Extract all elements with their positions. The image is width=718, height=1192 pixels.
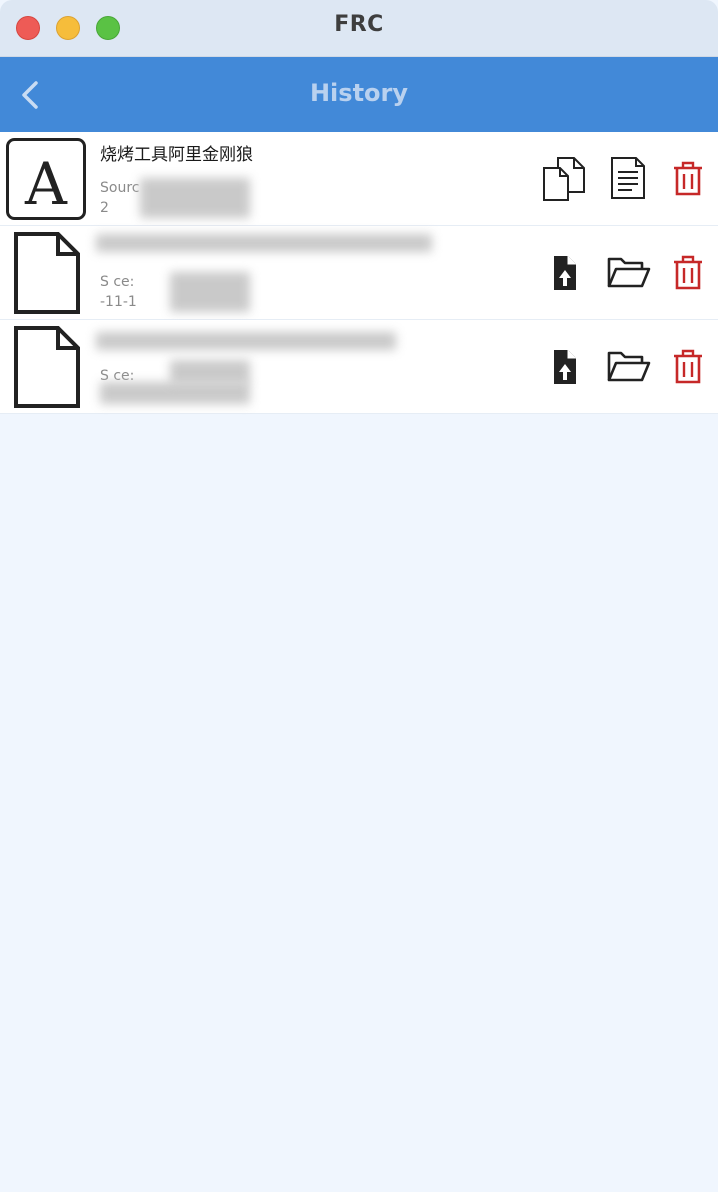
app-window: FRC History A 烧烤工具阿里金刚狼 Sourc 2 S ce: -1… bbox=[0, 0, 718, 1192]
file-icon bbox=[14, 326, 80, 408]
window-titlebar: FRC bbox=[0, 0, 718, 57]
history-item-source: S ce: bbox=[100, 274, 135, 290]
file-upload-icon bbox=[554, 350, 576, 384]
history-item[interactable]: S ce: bbox=[0, 320, 718, 414]
document-icon bbox=[611, 157, 645, 199]
export-file-button[interactable] bbox=[540, 248, 590, 298]
delete-button[interactable] bbox=[664, 154, 714, 204]
delete-button[interactable] bbox=[664, 342, 714, 392]
copy-button[interactable] bbox=[540, 154, 590, 204]
history-item-time: -11-1 bbox=[100, 294, 137, 310]
page-title: History bbox=[309, 79, 409, 107]
redacted-area bbox=[140, 178, 250, 218]
redacted-area bbox=[96, 332, 396, 350]
trash-icon bbox=[674, 161, 702, 196]
file-upload-icon bbox=[554, 256, 576, 290]
history-item-source: Sourc bbox=[100, 180, 140, 196]
folder-open-icon bbox=[607, 351, 651, 382]
redacted-area bbox=[170, 272, 250, 312]
copy-icon bbox=[543, 157, 585, 201]
folder-open-icon bbox=[607, 257, 651, 288]
history-item-time: 2 bbox=[100, 200, 109, 216]
redacted-area bbox=[96, 234, 432, 252]
open-folder-button[interactable] bbox=[604, 248, 654, 298]
history-item-title: 烧烤工具阿里金刚狼 bbox=[100, 145, 253, 165]
history-item[interactable]: A 烧烤工具阿里金刚狼 Sourc 2 bbox=[0, 132, 718, 226]
svg-text:A: A bbox=[24, 150, 68, 218]
trash-icon bbox=[674, 349, 702, 384]
history-list: A 烧烤工具阿里金刚狼 Sourc 2 S ce: -11-1 S ce: bbox=[0, 132, 718, 414]
redacted-area bbox=[100, 382, 250, 404]
open-folder-button[interactable] bbox=[604, 342, 654, 392]
delete-button[interactable] bbox=[664, 248, 714, 298]
trash-icon bbox=[674, 255, 702, 290]
redacted-area bbox=[170, 360, 250, 384]
text-record-icon: A bbox=[6, 138, 86, 220]
window-title: FRC bbox=[334, 12, 384, 37]
export-file-button[interactable] bbox=[540, 342, 590, 392]
view-text-button[interactable] bbox=[604, 154, 654, 204]
history-item[interactable]: S ce: -11-1 bbox=[0, 226, 718, 320]
navigation-bar: History bbox=[0, 57, 718, 132]
file-icon bbox=[14, 232, 80, 314]
